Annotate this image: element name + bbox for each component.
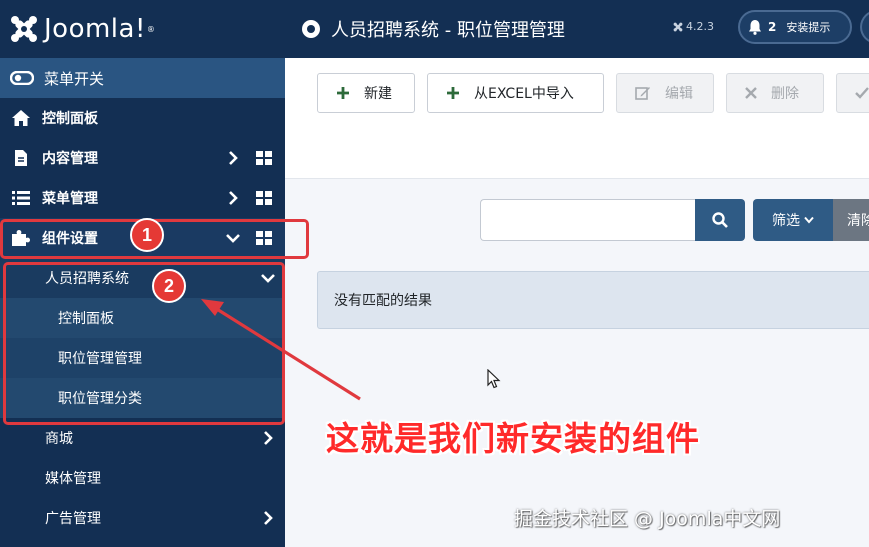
menu-toggle-label: 菜单开关 <box>44 69 105 88</box>
sidebar-item-label: 控制面板 <box>42 111 98 127</box>
delete-button-label: 删除 <box>771 86 799 102</box>
new-button-label: 新建 <box>364 86 392 102</box>
plus-icon <box>336 86 350 100</box>
highlight-box-recruitment <box>3 262 285 425</box>
chevron-right-icon[interactable] <box>225 191 241 205</box>
home-icon <box>10 107 32 129</box>
filter-options-button[interactable]: 筛选 <box>753 199 833 241</box>
step-badge-2: 2 <box>152 269 186 303</box>
top-header: 人员招聘系统 - 职位管理管理 4.2.3 2 安装提示 <box>285 0 869 58</box>
version-text: 4.2.3 <box>686 20 714 33</box>
no-results-message: 没有匹配的结果 <box>334 293 432 309</box>
toolbar: 新建 从EXCEL中导入 编辑 删除 <box>285 58 869 179</box>
clear-filters-button[interactable]: 清除 <box>833 199 869 241</box>
page-title: 人员招聘系统 - 职位管理管理 <box>331 20 565 41</box>
sidebar-item-media[interactable]: 媒体管理 <box>0 458 285 498</box>
bell-icon <box>749 20 761 35</box>
import-excel-button[interactable]: 从EXCEL中导入 <box>427 73 604 113</box>
delete-button[interactable]: 删除 <box>726 73 824 113</box>
joomla-small-icon <box>673 22 683 31</box>
publish-button[interactable] <box>836 73 869 113</box>
record-circle-icon <box>302 20 320 38</box>
sidebar-item-label: 菜单管理 <box>42 191 98 207</box>
import-button-label: 从EXCEL中导入 <box>474 86 574 102</box>
sidebar-item-dashboard[interactable]: 控制面板 <box>0 98 285 138</box>
chevron-right-icon[interactable] <box>263 511 273 525</box>
no-results-alert: 没有匹配的结果 <box>317 271 869 329</box>
step-badge-1: 1 <box>130 218 164 252</box>
file-icon <box>10 147 32 169</box>
sidebar-item-menus[interactable]: 菜单管理 <box>0 178 285 218</box>
edit-button[interactable]: 编辑 <box>616 73 714 113</box>
close-icon <box>745 87 757 99</box>
sidebar-item-label: 商城 <box>45 431 73 447</box>
notification-count: 2 <box>768 20 777 34</box>
brand[interactable]: Joomla! ® <box>0 0 285 58</box>
version-badge[interactable]: 4.2.3 <box>673 20 714 33</box>
search-icon <box>712 212 728 228</box>
sidebar-item-banners[interactable]: 广告管理 <box>0 498 285 538</box>
notification-label: 安装提示 <box>786 21 831 34</box>
caret-down-icon <box>804 216 814 224</box>
clear-button-label: 清除 <box>847 213 869 229</box>
dashboard-grid-icon[interactable] <box>255 151 273 165</box>
list-icon <box>10 187 32 209</box>
sidebar-item-label: 媒体管理 <box>45 471 101 487</box>
chevron-right-icon[interactable] <box>225 151 241 165</box>
new-button[interactable]: 新建 <box>317 73 415 113</box>
plus-icon <box>446 86 460 100</box>
chevron-right-icon[interactable] <box>263 431 273 445</box>
check-icon <box>855 87 869 99</box>
search-bar <box>480 199 745 241</box>
install-notifications-button[interactable]: 2 安装提示 <box>738 10 852 44</box>
brand-registered-mark: ® <box>146 24 155 34</box>
mouse-cursor-icon <box>487 369 501 389</box>
sidebar-item-content[interactable]: 内容管理 <box>0 138 285 178</box>
toggle-switch-icon <box>10 71 34 85</box>
annotation-callout: 这就是我们新安装的组件 <box>326 419 700 458</box>
joomla-logo-icon <box>11 16 37 42</box>
search-input[interactable] <box>480 199 695 241</box>
watermark: 掘金技术社区 @ Joomla中文网 <box>514 508 781 530</box>
search-button[interactable] <box>695 199 745 241</box>
sidebar-item-label: 广告管理 <box>45 511 101 527</box>
dashboard-grid-icon[interactable] <box>255 191 273 205</box>
brand-name: Joomla! <box>44 14 146 44</box>
sidebar-item-label: 内容管理 <box>42 151 98 167</box>
filter-button-label: 筛选 <box>772 213 800 229</box>
edit-icon <box>635 85 651 101</box>
user-menu-button[interactable] <box>860 10 869 44</box>
edit-button-label: 编辑 <box>665 86 693 102</box>
menu-toggle[interactable]: 菜单开关 <box>0 58 285 98</box>
